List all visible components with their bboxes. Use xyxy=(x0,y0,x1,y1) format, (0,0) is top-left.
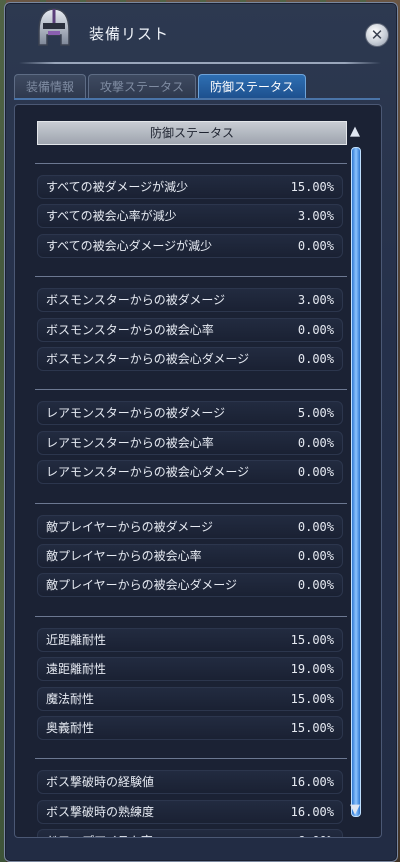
status-value: 15.00% xyxy=(290,721,334,735)
status-row: レアモンスターからの被会心率 0.00% xyxy=(37,430,343,455)
defense-status-panel: 防御ステータス すべての被ダメージが減少 15.00% すべての被会心率が減少 3.0… xyxy=(14,104,382,838)
status-label: 敵プレイヤーからの被ダメージ xyxy=(46,519,214,534)
status-label: 敵プレイヤーからの被会心率 xyxy=(46,549,202,563)
group-divider xyxy=(35,163,347,164)
status-list[interactable]: 防御ステータス すべての被ダメージが減少 15.00% すべての被会心率が減少 3.0… xyxy=(15,105,381,837)
scroll-up-icon[interactable]: ▲ xyxy=(346,125,364,139)
group-divider xyxy=(35,615,347,617)
status-row: 奥義耐性 15.00% xyxy=(37,716,343,740)
status-label: 奥義耐性 xyxy=(46,721,95,735)
status-value: 15.00% xyxy=(290,180,334,194)
tab-0[interactable]: 装備情報 xyxy=(14,74,86,99)
status-value: 0.00% xyxy=(297,238,334,253)
group-divider xyxy=(35,758,347,760)
status-row: ボス撃破時の経験値 16.00% xyxy=(37,770,343,795)
status-label: 魔法耐性 xyxy=(46,691,95,706)
status-row: ボスモンスターからの被会心率 0.00% xyxy=(37,317,343,342)
scrollbar[interactable]: ▲ ▼ xyxy=(349,125,361,817)
scroll-thumb[interactable] xyxy=(351,147,361,817)
status-value: 0.00% xyxy=(297,435,334,450)
status-label: すべての被会心ダメージが減少 xyxy=(46,238,213,253)
status-label: ボスモンスターからの被会心率 xyxy=(46,322,214,337)
group-divider xyxy=(35,276,347,278)
status-row: ボス撃破時の熟練度 16.00% xyxy=(37,799,343,824)
status-value: 0.00% xyxy=(297,352,334,366)
status-value: 3.00% xyxy=(297,293,334,308)
status-label: ドロップアイテム率 xyxy=(46,830,153,837)
status-row: 敵プレイヤーからの被会心率 0.00% xyxy=(37,544,343,568)
status-row: 遠距離耐性 19.00% xyxy=(37,657,343,682)
status-label: すべての被会心率が減少 xyxy=(46,209,177,224)
status-row: 敵プレイヤーからの被会心ダメージ 0.00% xyxy=(37,573,343,598)
status-label: レアモンスターからの被会心ダメージ xyxy=(46,465,250,480)
status-label: レアモンスターからの被会心率 xyxy=(46,435,214,450)
status-value: 15.00% xyxy=(290,632,334,647)
group-divider xyxy=(35,502,347,504)
status-row: ドロップアイテム率 6.00% xyxy=(37,829,343,837)
status-value: 0.00% xyxy=(297,465,334,480)
tab-1[interactable]: 攻撃ステータス xyxy=(88,74,196,99)
status-value: 5.00% xyxy=(297,406,334,421)
status-label: すべての被ダメージが減少 xyxy=(46,180,189,194)
status-value: 3.00% xyxy=(297,209,334,224)
helmet-icon xyxy=(33,5,75,49)
status-value: 0.00% xyxy=(297,578,334,593)
status-value: 6.00% xyxy=(298,830,334,837)
status-value: 16.00% xyxy=(290,804,334,819)
status-row: 魔法耐性 15.00% xyxy=(37,686,343,711)
status-label: 敵プレイヤーからの被会心ダメージ xyxy=(46,578,238,593)
close-button[interactable]: ✕ xyxy=(365,23,389,47)
status-label: 遠距離耐性 xyxy=(46,662,107,677)
status-value: 0.00% xyxy=(297,322,334,337)
status-row: 敵プレイヤーからの被ダメージ 0.00% xyxy=(37,514,343,539)
status-label: レアモンスターからの被ダメージ xyxy=(46,406,226,421)
status-value: 0.00% xyxy=(297,519,334,534)
status-label: ボス撃破時の経験値 xyxy=(46,775,155,790)
status-row: レアモンスターからの被ダメージ 5.00% xyxy=(37,401,343,426)
status-value: 16.00% xyxy=(290,775,334,790)
status-value: 15.00% xyxy=(290,691,334,706)
status-value: 19.00% xyxy=(290,662,334,677)
scroll-down-icon[interactable]: ▼ xyxy=(346,803,364,817)
status-row: すべての被ダメージが減少 15.00% xyxy=(37,175,343,199)
status-row: 近距離耐性 15.00% xyxy=(37,627,343,652)
window-titlebar[interactable]: 装備リスト ✕ xyxy=(5,3,397,65)
status-label: ボスモンスターからの被会心ダメージ xyxy=(46,352,250,366)
close-icon: ✕ xyxy=(370,25,384,44)
status-row: ボスモンスターからの被ダメージ 3.00% xyxy=(37,288,343,313)
window-title: 装備リスト xyxy=(89,25,170,43)
status-row: ボスモンスターからの被会心ダメージ 0.00% xyxy=(37,347,343,371)
tab-underline xyxy=(14,98,380,100)
status-label: ボス撃破時の熟練度 xyxy=(46,804,155,819)
group-divider xyxy=(35,389,347,391)
status-label: ボスモンスターからの被ダメージ xyxy=(46,293,226,308)
panel-header: 防御ステータス xyxy=(37,121,347,145)
title-divider xyxy=(19,62,381,64)
status-value: 0.00% xyxy=(297,549,334,563)
status-row: すべての被会心ダメージが減少 0.00% xyxy=(37,233,343,258)
status-row: レアモンスターからの被会心ダメージ 0.00% xyxy=(37,460,343,485)
status-label: 近距離耐性 xyxy=(46,632,107,647)
status-row: すべての被会心率が減少 3.00% xyxy=(37,204,343,229)
tab-2[interactable]: 防御ステータス xyxy=(198,74,306,99)
